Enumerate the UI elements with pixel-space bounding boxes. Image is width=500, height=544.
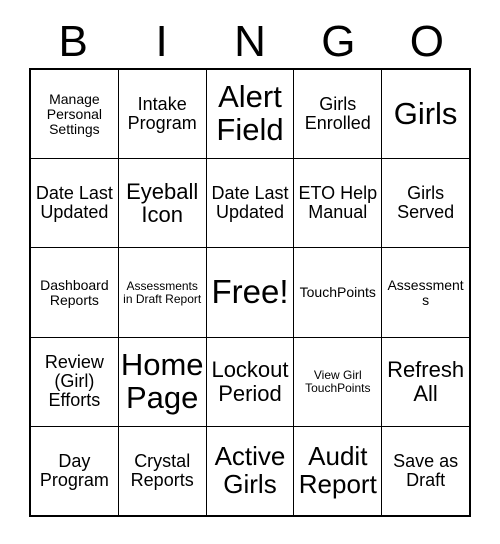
bingo-cell-label: Assessments [387, 276, 464, 308]
bingo-cell-label: Date Last Updated [211, 183, 289, 223]
bingo-row-2: Date Last Updated Eyeball Icon Date Last… [31, 158, 469, 248]
bingo-cell-label: Manage Personal Settings [46, 90, 103, 137]
bingo-header-row: B I N G O [29, 16, 471, 68]
bingo-cell-label: Girls Served [397, 183, 455, 223]
bingo-cell-b2[interactable]: Date Last Updated [31, 159, 118, 248]
bingo-cell-i5[interactable]: Crystal Reports [117, 426, 206, 516]
bingo-cell-n1[interactable]: Alert Field [205, 70, 294, 159]
bingo-cell-label: TouchPoints [299, 284, 376, 301]
bingo-cell-b4[interactable]: Review (Girl) Efforts [31, 337, 118, 426]
bingo-cell-o1[interactable]: Girls [381, 70, 469, 159]
bingo-cell-label: Dashboard Reports [40, 276, 109, 308]
bingo-cell-free-space[interactable]: Free! [205, 248, 294, 337]
bingo-cell-g2[interactable]: ETO Help Manual [293, 159, 382, 248]
bingo-cell-label: View Girl TouchPoints [305, 367, 371, 395]
bingo-row-5: Day Program Crystal Reports Active Girls… [31, 425, 469, 516]
bingo-cell-g1[interactable]: Girls Enrolled [293, 70, 382, 159]
bingo-cell-n2[interactable]: Date Last Updated [205, 159, 294, 248]
bingo-cell-g3[interactable]: TouchPoints [293, 248, 382, 337]
bingo-cell-o3[interactable]: Assessments [381, 248, 469, 337]
bingo-cell-n4[interactable]: Lockout Period [205, 337, 294, 426]
bingo-cell-label: Assessments in Draft Report [123, 278, 202, 306]
bingo-cell-label: Crystal Reports [130, 450, 194, 490]
free-space-label: Free! [211, 273, 289, 311]
bingo-header-letter-g: G [321, 17, 356, 66]
bingo-cell-b5[interactable]: Day Program [31, 426, 118, 516]
bingo-cell-label: ETO Help Manual [298, 183, 378, 223]
bingo-cell-label: Day Program [39, 450, 109, 490]
bingo-cell-label: Review (Girl) Efforts [44, 352, 104, 411]
bingo-cell-label: Girls [393, 95, 458, 131]
bingo-cell-label: Intake Program [127, 94, 197, 134]
bingo-cell-b1[interactable]: Manage Personal Settings [31, 70, 118, 159]
bingo-cell-i3[interactable]: Assessments in Draft Report [117, 248, 206, 337]
bingo-grid: Manage Personal Settings Intake Program … [29, 68, 471, 517]
bingo-cell-label: Refresh All [387, 357, 465, 406]
bingo-cell-o2[interactable]: Girls Served [381, 159, 469, 248]
bingo-row-1: Manage Personal Settings Intake Program … [31, 70, 469, 159]
bingo-cell-label: Active Girls [214, 441, 286, 499]
bingo-row-3: Dashboard Reports Assessments in Draft R… [31, 247, 469, 337]
bingo-header-letter-o: O [409, 17, 444, 66]
bingo-cell-label: Girls Enrolled [304, 94, 371, 134]
bingo-cell-i4[interactable]: Home Page [117, 337, 206, 426]
bingo-row-4: Review (Girl) Efforts Home Page Lockout … [31, 336, 469, 426]
bingo-cell-label: Eyeball Icon [126, 178, 199, 228]
bingo-cell-label: Lockout Period [211, 357, 289, 406]
bingo-header-letter-b: B [58, 17, 88, 66]
bingo-cell-label: Audit Report [298, 441, 377, 499]
bingo-cell-i1[interactable]: Intake Program [117, 70, 206, 159]
bingo-cell-label: Alert Field [216, 79, 284, 148]
bingo-cell-g4[interactable]: View Girl TouchPoints [293, 337, 382, 426]
bingo-card: B I N G O Manage Personal Settings Intak… [0, 0, 500, 544]
bingo-cell-o4[interactable]: Refresh All [381, 337, 469, 426]
bingo-header-letter-i: I [155, 17, 168, 66]
bingo-cell-o5[interactable]: Save as Draft [381, 426, 469, 516]
bingo-cell-label: Save as Draft [393, 450, 459, 490]
bingo-cell-b3[interactable]: Dashboard Reports [31, 248, 118, 337]
bingo-cell-g5[interactable]: Audit Report [293, 426, 382, 516]
bingo-header-letter-n: N [234, 17, 266, 66]
bingo-cell-n5[interactable]: Active Girls [205, 426, 294, 516]
bingo-cell-label: Date Last Updated [35, 183, 113, 223]
bingo-cell-label: Home Page [120, 346, 204, 415]
bingo-cell-i2[interactable]: Eyeball Icon [117, 159, 206, 248]
